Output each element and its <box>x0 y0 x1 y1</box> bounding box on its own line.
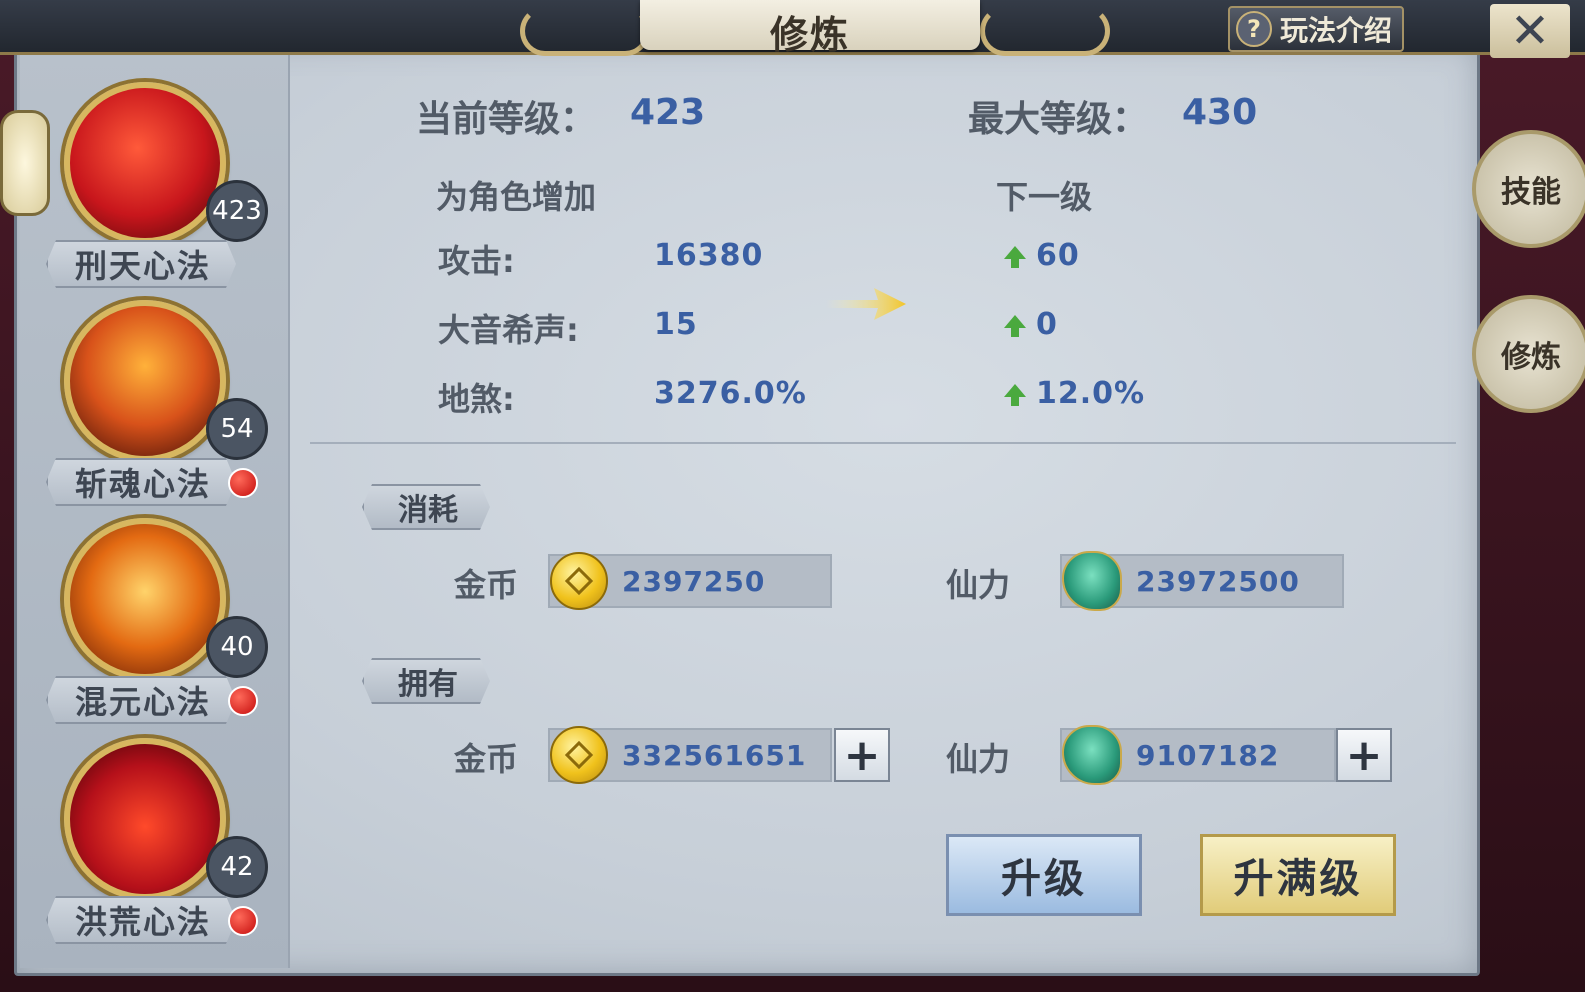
cost-gold-box: 2397250 <box>548 552 832 610</box>
next-level-header: 下一级 <box>996 178 1093 216</box>
cost-gold-label: 金币 <box>454 566 519 604</box>
owned-gold-label: 金币 <box>454 740 519 778</box>
stat-next-disha: 12.0% <box>1004 376 1145 411</box>
max-level-value: 430 <box>1182 92 1258 133</box>
up-arrow-icon <box>1004 246 1026 268</box>
owned-power-label: 仙力 <box>946 740 1011 778</box>
notification-dot <box>228 468 258 498</box>
up-arrow-icon <box>1004 384 1026 406</box>
owned-power-box: 9107182 <box>1060 725 1336 785</box>
stat-label-disha: 地煞: <box>438 380 515 418</box>
add-power-button[interactable]: + <box>1336 728 1392 782</box>
divider <box>310 442 1456 444</box>
title-ornament-left-icon <box>520 6 650 56</box>
stat-value-attack: 16380 <box>654 238 764 273</box>
stat-value-disha: 3276.0% <box>654 376 807 411</box>
stat-label-attack: 攻击: <box>438 242 515 280</box>
cost-power-box: 23972500 <box>1060 551 1344 611</box>
current-level-value: 423 <box>630 92 706 133</box>
cost-power-value: 23972500 <box>1136 564 1300 598</box>
owned-gold-box: 332561651 <box>548 726 832 784</box>
window-title: 修炼 <box>769 13 850 57</box>
skill-name: 洪荒心法 <box>46 896 236 944</box>
gold-coin-icon <box>550 552 608 610</box>
stat-next-attack: 60 <box>1004 238 1080 273</box>
stat-next-dayin: 0 <box>1004 307 1058 342</box>
question-icon: ? <box>1236 11 1272 47</box>
cost-power-label: 仙力 <box>946 566 1011 604</box>
tab-skills[interactable]: 技能 <box>1472 130 1585 248</box>
xianli-leaf-icon <box>1062 725 1122 785</box>
add-to-character-header: 为角色增加 <box>436 178 597 216</box>
help-label: 玩法介绍 <box>1280 14 1393 47</box>
close-button[interactable]: ✕ <box>1490 3 1570 59</box>
xingtian-skill-icon <box>64 82 226 244</box>
stat-label-dayin: 大音希声: <box>438 311 579 349</box>
upgrade-button[interactable]: 升级 <box>946 834 1142 916</box>
skill-level-badge: 42 <box>206 836 268 898</box>
skill-level-badge: 54 <box>206 398 268 460</box>
lantern-icon <box>0 110 50 216</box>
skill-name: 斩魂心法 <box>46 458 236 506</box>
current-level-label: 当前等级： <box>416 99 597 140</box>
notification-dot <box>228 906 258 936</box>
tab-cultivation[interactable]: 修炼 <box>1472 295 1585 413</box>
notification-dot <box>228 686 258 716</box>
cost-tag: 消耗 <box>362 484 490 530</box>
owned-tag: 拥有 <box>362 658 490 704</box>
up-arrow-icon <box>1004 315 1026 337</box>
stat-value-dayin: 15 <box>654 307 698 342</box>
hunyuan-skill-icon <box>64 518 226 680</box>
xianli-leaf-icon <box>1062 551 1122 611</box>
title-ornament-right-icon <box>980 6 1110 56</box>
owned-gold-value: 332561651 <box>622 738 807 772</box>
skill-level-badge: 423 <box>206 180 268 242</box>
skill-name: 混元心法 <box>46 676 236 724</box>
owned-power-value: 9107182 <box>1136 738 1280 772</box>
honghuang-skill-icon <box>64 738 226 900</box>
zhanhun-skill-icon <box>64 300 226 462</box>
max-level-label: 最大等级： <box>968 99 1149 140</box>
skill-name: 刑天心法 <box>46 240 236 288</box>
add-gold-button[interactable]: + <box>834 728 890 782</box>
help-button[interactable]: ? 玩法介绍 <box>1228 6 1404 52</box>
skill-level-badge: 40 <box>206 616 268 678</box>
arrow-right-icon <box>826 288 906 320</box>
upgrade-max-button[interactable]: 升满级 <box>1200 834 1396 916</box>
gold-coin-icon <box>550 726 608 784</box>
cost-gold-value: 2397250 <box>622 564 766 598</box>
